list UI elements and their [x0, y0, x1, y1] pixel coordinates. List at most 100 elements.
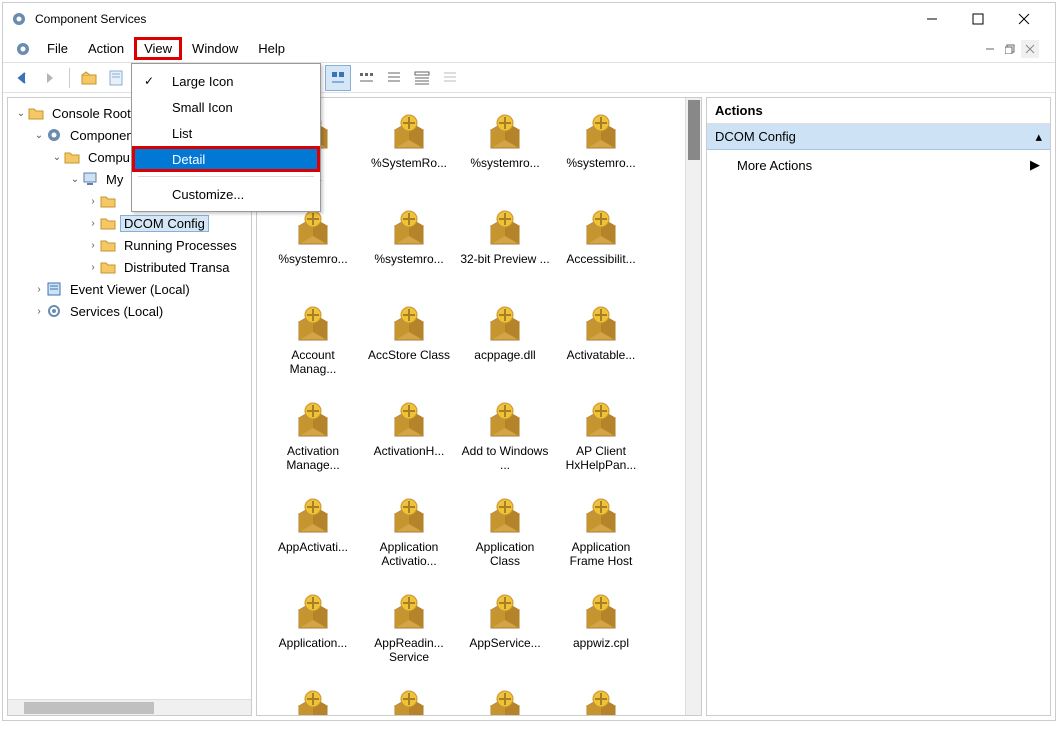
list-item[interactable]: AppReadin... Service	[361, 584, 457, 680]
list-item[interactable]: Application...	[265, 584, 361, 680]
list-item[interactable]: acppage.dll	[457, 296, 553, 392]
tree-chevron-icon[interactable]: ›	[86, 240, 100, 251]
list-item[interactable]: %systemro...	[265, 200, 361, 296]
list-vertical-scrollbar[interactable]	[685, 98, 701, 715]
tree-node-running-processes[interactable]: ›Running Processes	[8, 234, 251, 256]
tree-chevron-icon[interactable]: ›	[86, 196, 100, 207]
tree-chevron-icon[interactable]: ›	[32, 306, 46, 317]
list-panel: oo 32\ ol%SystemRo...%systemro...%system…	[256, 97, 702, 716]
list-item[interactable]: Application Class	[457, 488, 553, 584]
list-item[interactable]: Accessibilit...	[553, 200, 649, 296]
list-item[interactable]: Application Frame Host	[553, 488, 649, 584]
scrollbar-thumb[interactable]	[24, 702, 154, 714]
menu-item-detail[interactable]: Detail	[132, 146, 320, 172]
tree-chevron-icon[interactable]: ⌄	[68, 174, 82, 185]
menu-file[interactable]: File	[37, 37, 78, 60]
list-item[interactable]: %systemro...	[457, 104, 553, 200]
tree-chevron-icon[interactable]: ⌄	[32, 130, 46, 141]
tree-chevron-icon[interactable]: ⌄	[14, 108, 28, 119]
menu-help[interactable]: Help	[248, 37, 295, 60]
list-item[interactable]: 32-bit Preview ...	[457, 200, 553, 296]
menu-item-label: Customize...	[172, 187, 244, 202]
scrollbar-thumb[interactable]	[688, 100, 700, 160]
component-icon	[483, 684, 527, 716]
list-item[interactable]: AP Client HxHelpPan...	[553, 392, 649, 488]
view-button-5[interactable]	[437, 65, 463, 91]
list-item[interactable]: AppService...	[457, 584, 553, 680]
tree-chevron-icon[interactable]: ›	[86, 218, 100, 229]
app-icon	[11, 11, 27, 27]
mdi-buttons	[981, 40, 1043, 58]
menu-window[interactable]: Window	[182, 37, 248, 60]
tree-chevron-icon[interactable]: ⌄	[50, 152, 64, 163]
nav-back-button[interactable]	[9, 65, 35, 91]
view-details-button[interactable]	[409, 65, 435, 91]
maximize-button[interactable]	[955, 4, 1001, 34]
menu-view[interactable]: View	[134, 37, 182, 60]
list-item-label: AP Client HxHelpPan...	[556, 444, 646, 472]
up-level-button[interactable]	[76, 65, 102, 91]
tree-node-label: Componen	[66, 128, 138, 143]
list-item[interactable]: ActivationH...	[361, 392, 457, 488]
tree-chevron-icon[interactable]: ›	[86, 262, 100, 273]
minimize-button[interactable]	[909, 4, 955, 34]
nav-forward-button[interactable]	[37, 65, 63, 91]
tree-node-dcom-config[interactable]: ›DCOM Config	[8, 212, 251, 234]
view-list-button[interactable]	[381, 65, 407, 91]
list-item[interactable]: Activation Manage...	[265, 392, 361, 488]
list-item[interactable]: Add to Windows ...	[457, 392, 553, 488]
component-icon	[291, 396, 335, 440]
menu-item-small-icon[interactable]: Small Icon	[132, 94, 320, 120]
menu-item-customize-[interactable]: Customize...	[132, 181, 320, 207]
tree-node-label: Services (Local)	[66, 304, 167, 319]
list-item[interactable]	[361, 680, 457, 716]
list-item[interactable]: appwiz.cpl	[553, 584, 649, 680]
view-large-icons-button[interactable]	[325, 65, 351, 91]
computer-icon	[82, 171, 98, 187]
menubar: FileActionViewWindowHelp	[3, 35, 1055, 63]
actions-header: Actions	[707, 98, 1050, 124]
tree-node-services-local-[interactable]: › Services (Local)	[8, 300, 251, 322]
list-item[interactable]: Application Activatio...	[361, 488, 457, 584]
actions-panel: Actions DCOM Config ▴ More Actions ▶	[706, 97, 1051, 716]
folder-icon	[100, 259, 116, 275]
list-item[interactable]: %systemro...	[361, 200, 457, 296]
tree-chevron-icon[interactable]: ›	[32, 284, 46, 295]
list-item[interactable]: %SystemRo...	[361, 104, 457, 200]
list-item-label: AppActivati...	[278, 540, 348, 554]
list-item[interactable]: AccStore Class	[361, 296, 457, 392]
list-item[interactable]: Account Manag...	[265, 296, 361, 392]
mdi-minimize-button[interactable]	[981, 40, 999, 58]
component-icon	[291, 300, 335, 344]
list-item-label: Activatable...	[567, 348, 636, 362]
properties-button[interactable]	[104, 65, 130, 91]
actions-section[interactable]: DCOM Config ▴	[707, 124, 1050, 150]
menu-item-large-icon[interactable]: ✓Large Icon	[132, 68, 320, 94]
component-icon	[579, 204, 623, 248]
component-icon	[579, 684, 623, 716]
more-actions-item[interactable]: More Actions ▶	[707, 150, 1050, 180]
list-item[interactable]	[553, 680, 649, 716]
list-item-label: acppage.dll	[474, 348, 535, 362]
menu-item-list[interactable]: List	[132, 120, 320, 146]
list-item[interactable]	[265, 680, 361, 716]
comsvc-icon	[46, 127, 62, 143]
tree-node-label: Distributed Transa	[120, 260, 234, 275]
list-item[interactable]: %systemro...	[553, 104, 649, 200]
tree-horizontal-scrollbar[interactable]	[8, 699, 251, 715]
mdi-close-button[interactable]	[1021, 40, 1039, 58]
tree-node-event-viewer-local-[interactable]: ›Event Viewer (Local)	[8, 278, 251, 300]
close-button[interactable]	[1001, 4, 1047, 34]
list-item[interactable]: AppActivati...	[265, 488, 361, 584]
list-item[interactable]: Activatable...	[553, 296, 649, 392]
list-item[interactable]	[457, 680, 553, 716]
menu-action[interactable]: Action	[78, 37, 134, 60]
list-item-label: Application Class	[460, 540, 550, 568]
tree-node-distributed-transa[interactable]: › Distributed Transa	[8, 256, 251, 278]
list-item-label: %systemro...	[374, 252, 443, 266]
menubar-icon	[15, 41, 31, 57]
view-small-icons-button[interactable]	[353, 65, 379, 91]
component-services-window: Component Services FileActionViewWindowH…	[2, 2, 1056, 721]
mdi-restore-button[interactable]	[1001, 40, 1019, 58]
list-item-label: AccStore Class	[368, 348, 450, 362]
